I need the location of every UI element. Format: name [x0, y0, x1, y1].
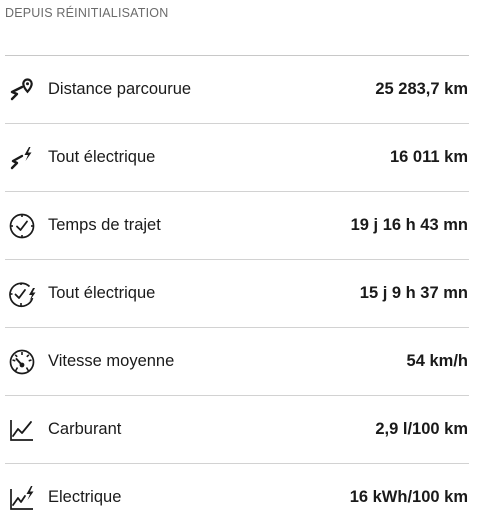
section-header: DEPUIS RÉINITIALISATION: [5, 6, 169, 20]
electric-time-value: 15 j 9 h 37 mn: [359, 284, 468, 302]
stats-list: Distance parcourue 25 283,7 km Tout élec…: [5, 56, 469, 531]
list-item-electric-time: Tout électrique 15 j 9 h 37 mn: [5, 260, 469, 328]
average-speed-value: 54 km/h: [406, 352, 468, 370]
route-electric-icon: [7, 143, 37, 173]
electric-chart-icon: [7, 483, 37, 513]
electric-consumption-label: Electrique: [48, 488, 122, 506]
fuel-label: Carburant: [48, 420, 122, 438]
speedometer-icon: [7, 347, 37, 377]
distance-label: Distance parcourue: [48, 80, 192, 98]
list-item-trip-time: Temps de trajet 19 j 16 h 43 mn: [5, 192, 469, 260]
list-item-distance: Distance parcourue 25 283,7 km: [5, 56, 469, 124]
clock-electric-icon: [7, 279, 37, 309]
list-item-electric-distance: Tout électrique 16 011 km: [5, 124, 469, 192]
electric-time-label: Tout électrique: [48, 284, 156, 302]
route-pin-icon: [7, 75, 37, 105]
fuel-chart-icon: [7, 415, 37, 445]
clock-icon: [7, 211, 37, 241]
distance-value: 25 283,7 km: [375, 80, 468, 98]
list-item-fuel: Carburant 2,9 l/100 km: [5, 396, 469, 464]
electric-distance-label: Tout électrique: [48, 148, 156, 166]
list-item-average-speed: Vitesse moyenne 54 km/h: [5, 328, 469, 396]
electric-consumption-value: 16 kWh/100 km: [349, 488, 468, 506]
electric-distance-value: 16 011 km: [390, 148, 468, 166]
list-item-electric-consumption: Electrique 16 kWh/100 km: [5, 464, 469, 531]
trip-time-value: 19 j 16 h 43 mn: [350, 216, 468, 234]
average-speed-label: Vitesse moyenne: [48, 352, 175, 370]
fuel-value: 2,9 l/100 km: [375, 420, 468, 438]
trip-time-label: Temps de trajet: [48, 216, 161, 234]
